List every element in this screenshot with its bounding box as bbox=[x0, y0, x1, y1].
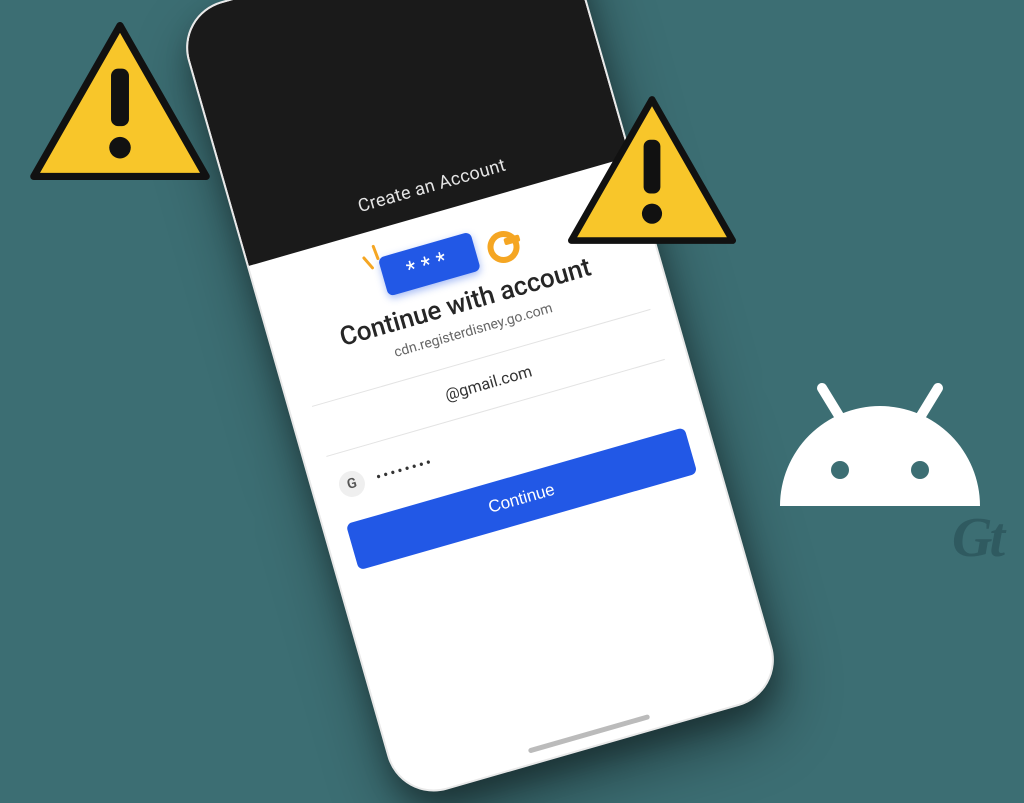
password-asterisks: *** bbox=[404, 246, 456, 283]
google-chip-icon: G bbox=[336, 468, 368, 500]
email-value: @gmail.com bbox=[443, 361, 534, 404]
android-logo-icon bbox=[770, 376, 990, 516]
key-icon bbox=[478, 218, 527, 267]
home-indicator bbox=[528, 714, 650, 754]
password-dots: •••••••• bbox=[373, 452, 435, 487]
gt-watermark: Gt bbox=[952, 510, 1002, 566]
